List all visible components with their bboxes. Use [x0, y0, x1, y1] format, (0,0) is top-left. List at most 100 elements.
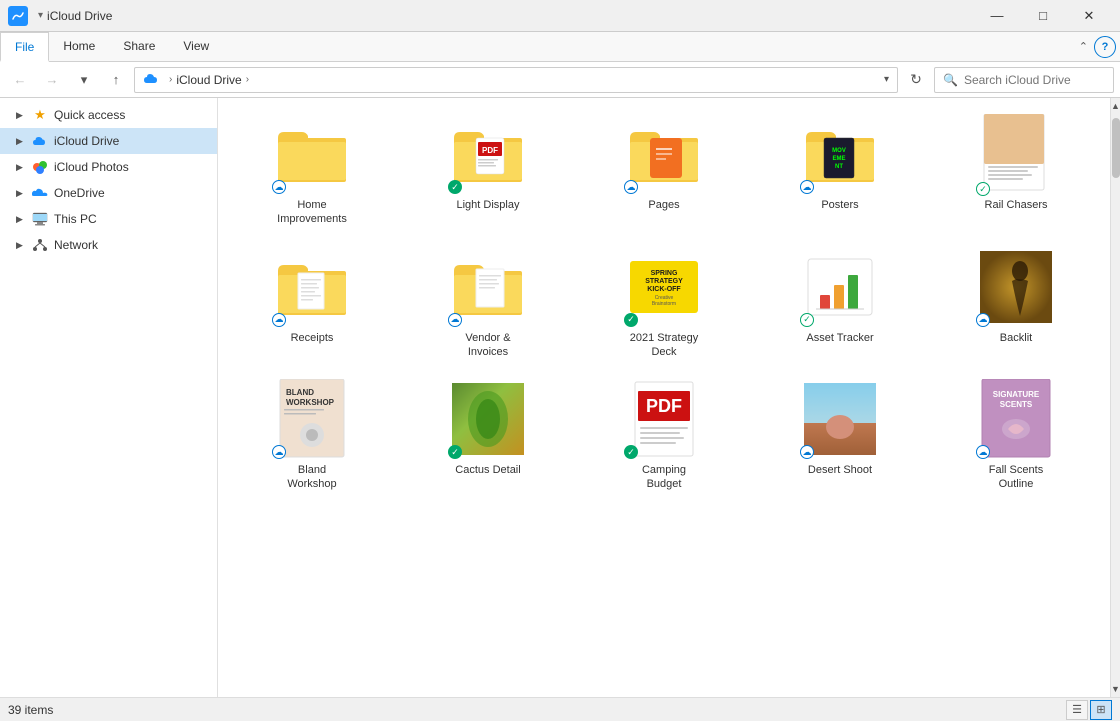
file-item-bland-workshop[interactable]: BLAND WORKSHOP ☁ BlandWorkshop — [226, 371, 398, 500]
sync-cloud-icon-desert: ☁ — [800, 445, 814, 459]
refresh-button[interactable]: ↻ — [902, 67, 930, 93]
tab-file[interactable]: File — [0, 32, 49, 62]
back-button[interactable]: ← — [6, 67, 34, 93]
tab-home[interactable]: Home — [49, 32, 109, 61]
maximize-button[interactable]: □ — [1020, 0, 1066, 32]
file-item-vendor-invoices[interactable]: ☁ Vendor &Invoices — [402, 239, 574, 368]
tab-share[interactable]: Share — [109, 32, 169, 61]
thumb-home-improvements: ☁ — [272, 114, 352, 194]
sidebar-label-icloud-drive: iCloud Drive — [54, 134, 119, 148]
keynote-svg: SPRING STRATEGY KICK-OFF Creative Brains… — [628, 257, 700, 317]
list-view-button[interactable]: ☰ — [1066, 700, 1088, 720]
numbers-svg — [804, 257, 876, 317]
sidebar-item-icloud-drive[interactable]: ▶ iCloud Drive — [0, 128, 217, 154]
svg-text:PDF: PDF — [646, 396, 682, 416]
thumb-pages: ☁ — [624, 114, 704, 194]
view-buttons: ☰ ⊞ — [1066, 700, 1112, 720]
sync-checklight-icon-rail: ✓ — [976, 182, 990, 196]
cloud-icon-icloud — [32, 133, 48, 149]
file-name-backlit: Backlit — [1000, 331, 1032, 345]
svg-text:MOV: MOV — [832, 148, 846, 154]
sidebar-label-icloud-photos: iCloud Photos — [54, 160, 129, 174]
thumb-cactus-detail: ✓ — [448, 379, 528, 459]
grid-view-button[interactable]: ⊞ — [1090, 700, 1112, 720]
minimize-button[interactable]: — — [974, 0, 1020, 32]
window-title: iCloud Drive — [47, 9, 974, 23]
scrollbar[interactable]: ▲ ▼ — [1110, 98, 1120, 697]
sync-cloud-icon: ☁ — [272, 180, 286, 194]
expand-icon-network: ▶ — [16, 240, 32, 251]
search-input[interactable] — [964, 73, 1119, 87]
path-cloud-icon — [143, 72, 159, 88]
file-content: ☁ HomeImprovements PDF — [218, 98, 1110, 697]
expand-icon-pc: ▶ — [16, 214, 32, 225]
address-bar: ← → ▾ ↑ › iCloud Drive › ▾ ↻ 🔍 — [0, 62, 1120, 98]
file-name-asset-tracker: Asset Tracker — [806, 331, 873, 345]
file-item-receipts[interactable]: ☁ Receipts — [226, 239, 398, 368]
sidebar-item-quick-access[interactable]: ▶ ★ Quick access — [0, 102, 217, 128]
onedrive-icon — [32, 185, 48, 201]
folder-receipts-svg — [276, 257, 348, 317]
file-item-camping-budget[interactable]: PDF ✓ CampingBudget — [578, 371, 750, 500]
main-layout: ▶ ★ Quick access ▶ iCloud Drive ▶ iCloud… — [0, 98, 1120, 697]
file-item-strategy-deck[interactable]: SPRING STRATEGY KICK-OFF Creative Brains… — [578, 239, 750, 368]
scroll-up-button[interactable]: ▲ — [1111, 98, 1120, 114]
svg-text:Brainstorm: Brainstorm — [652, 301, 676, 307]
ribbon: File Home Share View ⌃ ? — [0, 32, 1120, 62]
scroll-track — [1111, 114, 1120, 681]
recent-button[interactable]: ▾ — [70, 67, 98, 93]
search-box: 🔍 — [934, 67, 1114, 93]
sidebar-item-network[interactable]: ▶ Network — [0, 232, 217, 258]
file-name-pages: Pages — [648, 198, 679, 212]
window-controls[interactable]: — □ ✕ — [974, 0, 1112, 32]
path-dropdown[interactable]: ▾ — [884, 74, 889, 85]
expand-icon-icloud: ▶ — [16, 136, 32, 147]
sync-check-icon-cactus: ✓ — [448, 445, 462, 459]
desert-svg — [804, 383, 876, 455]
help-button[interactable]: ? — [1094, 36, 1116, 58]
sync-checklight-icon-asset: ✓ — [800, 313, 814, 327]
sync-cloud-icon-posters: ☁ — [800, 180, 814, 194]
up-button[interactable]: ↑ — [102, 67, 130, 93]
close-button[interactable]: ✕ — [1066, 0, 1112, 32]
file-name-vendor-invoices: Vendor &Invoices — [465, 331, 510, 360]
tab-view[interactable]: View — [169, 32, 223, 61]
ribbon-collapse[interactable]: ⌃ — [1073, 36, 1094, 57]
file-item-desert-shoot[interactable]: ☁ Desert Shoot — [754, 371, 926, 500]
svg-text:NT: NT — [835, 164, 843, 170]
star-icon: ★ — [32, 107, 48, 123]
file-item-home-improvements[interactable]: ☁ HomeImprovements — [226, 106, 398, 235]
path-arrow-right: › — [246, 74, 249, 85]
sidebar-item-icloud-photos[interactable]: ▶ iCloud Photos — [0, 154, 217, 180]
file-item-posters[interactable]: MOV EME NT ☁ Posters — [754, 106, 926, 235]
file-name-strategy-deck: 2021 StrategyDeck — [630, 331, 699, 360]
qat-arrow[interactable]: ▾ — [38, 10, 43, 21]
path-segment-icloud: iCloud Drive — [176, 73, 241, 87]
file-item-backlit[interactable]: ☁ Backlit — [930, 239, 1102, 368]
file-name-cactus-detail: Cactus Detail — [455, 463, 520, 477]
thumb-posters: MOV EME NT ☁ — [800, 114, 880, 194]
sync-check-icon-strategy: ✓ — [624, 313, 638, 327]
scroll-thumb[interactable] — [1112, 118, 1120, 178]
pdf-svg: PDF — [634, 381, 694, 457]
address-path[interactable]: › iCloud Drive › ▾ — [134, 67, 898, 93]
sidebar-item-onedrive[interactable]: ▶ OneDrive — [0, 180, 217, 206]
forward-button[interactable]: → — [38, 67, 66, 93]
pc-icon — [32, 211, 48, 227]
file-item-pages[interactable]: ☁ Pages — [578, 106, 750, 235]
sidebar-item-this-pc[interactable]: ▶ This PC — [0, 206, 217, 232]
file-item-fall-scents[interactable]: SIGNATURE SCENTS ☁ Fall ScentsOutline — [930, 371, 1102, 500]
file-item-asset-tracker[interactable]: ✓ Asset Tracker — [754, 239, 926, 368]
svg-text:PDF: PDF — [482, 146, 498, 155]
thumb-strategy-deck: SPRING STRATEGY KICK-OFF Creative Brains… — [624, 247, 704, 327]
file-name-posters: Posters — [821, 198, 858, 212]
sidebar-label-quick-access: Quick access — [54, 108, 125, 122]
sync-cloud-icon-backlit: ☁ — [976, 313, 990, 327]
svg-text:KICK-OFF: KICK-OFF — [647, 286, 681, 293]
svg-text:WORKSHOP: WORKSHOP — [286, 398, 335, 407]
file-item-rail-chasers[interactable]: ✓ Rail Chasers — [930, 106, 1102, 235]
file-item-cactus-detail[interactable]: ✓ Cactus Detail — [402, 371, 574, 500]
file-item-light-display[interactable]: PDF ✓ Light Display — [402, 106, 574, 235]
file-name-light-display: Light Display — [457, 198, 520, 212]
scroll-down-button[interactable]: ▼ — [1111, 681, 1120, 697]
